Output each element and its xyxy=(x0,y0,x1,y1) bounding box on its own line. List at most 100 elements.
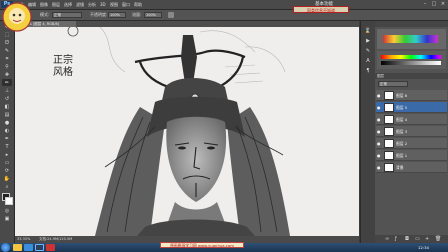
layer-row[interactable]: ● 图层 4 xyxy=(376,114,447,125)
maximize-icon[interactable]: □ xyxy=(430,1,438,8)
layers-panel-header[interactable]: 图层 xyxy=(375,73,448,79)
eye-icon[interactable]: ● xyxy=(377,165,382,170)
eyedropper-tool-icon[interactable]: ⚲ xyxy=(2,63,12,70)
browser-taskbar-icon[interactable] xyxy=(24,244,33,251)
history-brush-icon[interactable]: ↺ xyxy=(2,95,12,102)
stamp-tool-icon[interactable]: ⊥ xyxy=(2,87,12,94)
pen-tool-icon[interactable]: ✒ xyxy=(2,135,12,142)
layer-row[interactable]: ● 图层 3 xyxy=(376,126,447,137)
hand-tool-icon[interactable]: ✋ xyxy=(2,175,12,182)
minimize-icon[interactable]: – xyxy=(421,1,429,8)
flow-label: 流量: xyxy=(132,12,142,17)
marquee-tool-icon[interactable]: ⬚ xyxy=(2,31,12,38)
blend-mode-select[interactable]: 正常 xyxy=(52,12,82,18)
airbrush-icon[interactable] xyxy=(168,12,174,18)
layer-thumbnail xyxy=(384,115,394,124)
layer-name: 图层 2 xyxy=(396,141,408,146)
quick-select-tool-icon[interactable]: ✎ xyxy=(2,47,12,54)
opacity-input[interactable]: 100% xyxy=(108,12,126,18)
swatch-row[interactable] xyxy=(381,61,441,65)
layers-panel-footer: ∞ ƒ ◘ ▭ + 🗑 xyxy=(375,235,448,243)
navigator-panel-header[interactable] xyxy=(375,21,448,27)
brush-tool-icon[interactable]: ✏ xyxy=(2,79,12,86)
mask-icon[interactable]: ◘ xyxy=(405,236,409,242)
taskbar-clock[interactable]: 12:34 xyxy=(418,243,429,252)
flow-input[interactable]: 100% xyxy=(144,12,162,18)
start-button-icon[interactable] xyxy=(1,243,10,252)
menu-help[interactable]: 帮助 xyxy=(134,1,142,8)
dodge-tool-icon[interactable]: ◐ xyxy=(2,127,12,134)
layer-row[interactable]: ● 图层 1 xyxy=(376,150,447,161)
menu-analysis[interactable]: 分析 xyxy=(88,1,96,8)
eye-icon[interactable]: ● xyxy=(377,93,382,98)
new-layer-icon[interactable]: + xyxy=(425,236,429,242)
menu-view[interactable]: 视图 xyxy=(110,1,118,8)
paragraph-panel-icon[interactable]: ¶ xyxy=(363,67,373,74)
navigator-panel xyxy=(377,29,446,49)
mode-label: 模式: xyxy=(40,12,50,17)
character-panel-icon[interactable]: A xyxy=(363,57,373,64)
eye-icon[interactable]: ● xyxy=(377,141,382,146)
bottom-banner-ad: 原画原画学习网 www.yuanhua.com xyxy=(160,242,244,248)
menu-select[interactable]: 选择 xyxy=(64,1,72,8)
watermark-logo xyxy=(2,2,32,32)
new-group-icon[interactable]: ▭ xyxy=(415,236,420,242)
history-panel-icon[interactable]: ⌛ xyxy=(363,27,373,34)
eye-icon[interactable]: ● xyxy=(377,117,382,122)
explorer-taskbar-icon[interactable] xyxy=(13,244,22,251)
doc-info: 文档:24.9M/120.5M xyxy=(39,237,73,241)
eye-icon[interactable]: ● xyxy=(377,105,382,110)
photoshop-taskbar-icon[interactable] xyxy=(35,244,44,251)
layer-thumbnail xyxy=(384,139,394,148)
right-panels: 图层 正常 ● 图层 6 ● 图层 5 ● 图层 4 ● 图层 3 ● 图层 2… xyxy=(375,21,448,243)
color-spectrum[interactable] xyxy=(383,35,438,43)
3d-rotate-icon[interactable]: ⟳ xyxy=(2,167,12,174)
layer-thumbnail xyxy=(384,127,394,136)
swatch-row[interactable] xyxy=(381,55,441,59)
path-select-icon[interactable]: ▸ xyxy=(2,151,12,158)
menu-filter[interactable]: 滤镜 xyxy=(76,1,84,8)
swatches-panel xyxy=(377,51,446,69)
top-banner-ad: 同类信息不知道 xyxy=(293,6,349,13)
layer-name: 图层 3 xyxy=(396,129,408,134)
fx-icon[interactable]: ƒ xyxy=(395,236,397,242)
close-icon[interactable]: × xyxy=(439,1,447,8)
blur-tool-icon[interactable]: ● xyxy=(2,119,12,126)
layer-row[interactable]: ● 背景 xyxy=(376,162,447,173)
lasso-tool-icon[interactable]: ᘎ xyxy=(2,39,12,46)
menu-bar: Ps 文件 编辑 图像 图层 选择 滤镜 分析 3D 视图 窗口 帮助 基本功能… xyxy=(0,0,448,10)
panel-dock-icons: ⌛ ▶ ✎ A ¶ xyxy=(360,21,375,243)
tools-panel: ✥ ⬚ ᘎ ✎ ⌗ ⚲ ✚ ✏ ⊥ ↺ ◧ ▤ ● ◐ ✒ T ▸ ▭ ⟳ ✋ … xyxy=(0,21,15,243)
layer-row[interactable]: ● 图层 2 xyxy=(376,138,447,149)
link-layers-icon[interactable]: ∞ xyxy=(385,236,389,242)
brush-panel-icon[interactable]: ✎ xyxy=(363,47,373,54)
zoom-tool-icon[interactable]: ⌕ xyxy=(2,183,12,190)
zoom-level[interactable]: 33.33% xyxy=(17,236,30,243)
crop-tool-icon[interactable]: ⌗ xyxy=(2,55,12,62)
type-tool-icon[interactable]: T xyxy=(2,143,12,150)
quick-mask-icon[interactable]: ◎ xyxy=(2,207,12,214)
menu-layer[interactable]: 图层 xyxy=(52,1,60,8)
layer-blend-mode-select[interactable]: 正常 xyxy=(378,81,408,87)
layer-name: 图层 5 xyxy=(396,105,408,110)
layer-row[interactable]: ● 图层 6 xyxy=(376,90,447,101)
healing-tool-icon[interactable]: ✚ xyxy=(2,71,12,78)
layer-row-selected[interactable]: ● 图层 5 xyxy=(376,102,447,113)
canvas[interactable]: 正宗 风格 xyxy=(15,27,359,236)
trash-icon[interactable]: 🗑 xyxy=(435,236,441,242)
eraser-tool-icon[interactable]: ◧ xyxy=(2,103,12,110)
actions-panel-icon[interactable]: ▶ xyxy=(363,37,373,44)
gradient-tool-icon[interactable]: ▤ xyxy=(2,111,12,118)
background-color-swatch[interactable] xyxy=(5,197,13,205)
layer-thumbnail xyxy=(384,163,394,172)
eye-icon[interactable]: ● xyxy=(377,129,382,134)
screen-mode-icon[interactable]: ▣ xyxy=(2,215,12,222)
menu-image[interactable]: 图像 xyxy=(40,1,48,8)
shape-tool-icon[interactable]: ▭ xyxy=(2,159,12,166)
layer-name: 图层 1 xyxy=(396,153,408,158)
menu-window[interactable]: 窗口 xyxy=(122,1,130,8)
layer-name: 图层 6 xyxy=(396,93,408,98)
menu-3d[interactable]: 3D xyxy=(100,1,106,8)
app-taskbar-icon[interactable] xyxy=(46,244,55,251)
eye-icon[interactable]: ● xyxy=(377,153,382,158)
